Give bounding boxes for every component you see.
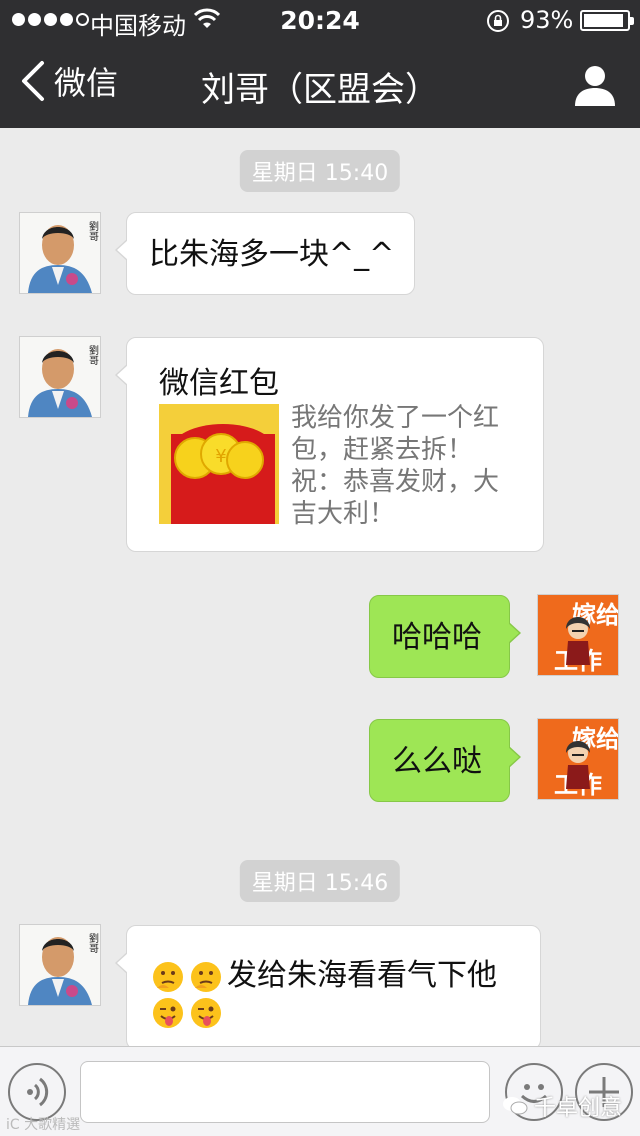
- winking-tongue-emoji-icon: [191, 997, 221, 1028]
- incoming-message-bubble[interactable]: 比朱海多一块^_^: [115, 212, 415, 295]
- message-input[interactable]: [80, 1061, 490, 1123]
- avatar-caption: 劉哥: [87, 932, 99, 953]
- timestamp: 星期日 15:40: [239, 150, 401, 192]
- outgoing-message-bubble[interactable]: 哈哈哈: [369, 595, 521, 678]
- red-packet-bubble[interactable]: 微信红包 ¥ 我给你发了一个红包，赶紧去拆！祝：恭喜发财，大吉大利！: [115, 337, 544, 552]
- contact-avatar-image: 劉哥: [20, 213, 100, 293]
- message-text: 么么哒: [392, 744, 482, 779]
- timestamp: 星期日 15:46: [239, 860, 401, 902]
- contact-avatar-image: 劉哥: [20, 925, 100, 1005]
- status-bar: 中国移动 20:24 93%: [0, 0, 640, 40]
- battery-level: [584, 14, 624, 27]
- nav-bar: 微信 刘哥（区盟会）: [0, 40, 640, 128]
- watermark-left: iC 大歌精選: [6, 1117, 81, 1133]
- self-avatar-image: 嫁给 工作: [538, 595, 618, 675]
- watermark-right: 千卓创意: [502, 1090, 622, 1122]
- thinking-face-emoji-icon: [191, 961, 221, 992]
- avatar-caption: 劉哥: [87, 344, 99, 365]
- red-packet-icon: ¥: [159, 404, 279, 524]
- self-avatar[interactable]: 嫁给 工作: [537, 718, 619, 800]
- profile-icon[interactable]: [572, 62, 618, 108]
- winking-tongue-emoji-icon: [153, 997, 183, 1028]
- self-avatar[interactable]: 嫁给 工作: [537, 594, 619, 676]
- top-bar: 中国移动 20:24 93% 微信 刘哥（区盟会）: [0, 0, 640, 128]
- outgoing-message-bubble[interactable]: 么么哒: [369, 719, 521, 802]
- message-line: [151, 994, 227, 1030]
- battery-icon: [580, 10, 634, 31]
- incoming-message-bubble[interactable]: 发给朱海看看气下他: [115, 925, 541, 1046]
- contact-avatar[interactable]: 劉哥: [19, 212, 101, 294]
- watermark-right-text: 千卓创意: [533, 1096, 622, 1121]
- red-packet-title: 微信红包: [159, 366, 279, 401]
- contact-avatar-image: 劉哥: [20, 337, 100, 417]
- message-line: 发给朱海看看气下他: [151, 950, 497, 994]
- contact-avatar[interactable]: 劉哥: [19, 336, 101, 418]
- voice-button[interactable]: [8, 1063, 66, 1121]
- battery-percent: 93%: [520, 6, 574, 34]
- thinking-face-emoji-icon: [153, 961, 183, 992]
- red-packet-description: 我给你发了一个红包，赶紧去拆！祝：恭喜发财，大吉大利！: [291, 403, 500, 529]
- self-avatar-image: 嫁给 工作: [538, 719, 618, 799]
- message-text: 哈哈哈: [392, 620, 482, 655]
- chat-title: 刘哥（区盟会）: [201, 70, 439, 110]
- message-text: 发给朱海看看气下他: [227, 958, 497, 993]
- avatar-caption: 劉哥: [87, 220, 99, 241]
- voice-icon: [27, 1077, 49, 1107]
- rotation-lock-icon: [487, 10, 509, 32]
- message-text: 比朱海多一块^_^: [149, 237, 395, 272]
- svg-text:¥: ¥: [215, 446, 226, 467]
- contact-avatar[interactable]: 劉哥: [19, 924, 101, 1006]
- wechat-logo-icon: [502, 1097, 528, 1115]
- chat-area[interactable]: 星期日 15:40 劉哥 比朱海多一块^_^ 劉哥 微信红包 ¥ 我给你发了一个…: [0, 128, 640, 1046]
